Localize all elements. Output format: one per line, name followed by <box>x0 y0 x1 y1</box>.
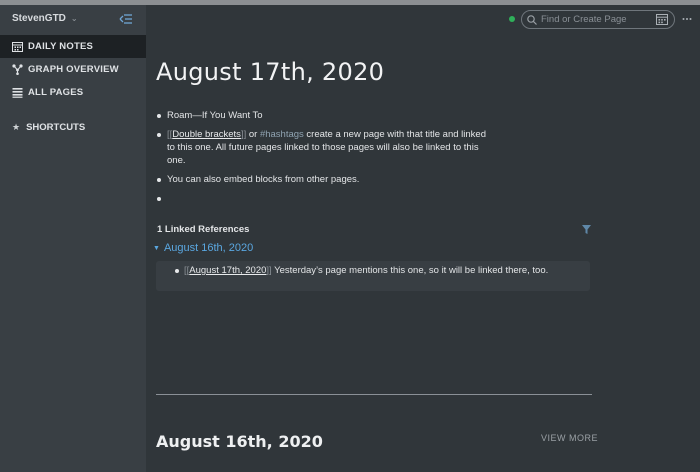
list-icon <box>12 88 23 98</box>
star-icon: ★ <box>12 122 21 132</box>
shortcuts-label: SHORTCUTS <box>26 122 86 133</box>
search-box[interactable] <box>521 10 675 29</box>
sync-status-indicator <box>509 16 515 22</box>
filter-icon[interactable] <box>582 225 591 234</box>
graph-icon <box>12 64 23 75</box>
block-text: You can also embed blocks from other pag… <box>167 174 360 185</box>
block-text: or <box>246 129 260 140</box>
sidebar-item-all-pages[interactable]: ALL PAGES <box>0 81 146 104</box>
calendar-icon <box>12 42 23 52</box>
page-link[interactable]: August 17th, 2020 <box>189 265 266 276</box>
linked-references-title: 1 Linked References <box>157 224 250 235</box>
empty-block[interactable]: ​ <box>156 192 496 205</box>
sidebar-item-graph-overview[interactable]: GRAPH OVERVIEW <box>0 58 146 81</box>
sidebar-item-label: ALL PAGES <box>28 87 84 98</box>
main-content: August 17th, 2020 Roam—If You Want To [[… <box>146 5 700 472</box>
calendar-button-icon[interactable] <box>656 13 668 25</box>
collapse-sidebar-icon[interactable] <box>119 14 132 24</box>
page-title[interactable]: August 17th, 2020 <box>156 58 384 86</box>
block-list: Roam—If You Want To [[Double brackets]] … <box>156 109 496 211</box>
linked-reference-page[interactable]: ▼ August 16th, 2020 <box>153 242 253 254</box>
search-icon <box>527 14 537 25</box>
sidebar-item-label: DAILY NOTES <box>28 41 94 52</box>
sidebar-item-daily-notes[interactable]: DAILY NOTES <box>0 35 146 58</box>
reference-page-title[interactable]: August 16th, 2020 <box>164 242 253 254</box>
block[interactable]: [[Double brackets]] or #hashtags create … <box>156 128 496 167</box>
block-text: Roam—If You Want To <box>167 110 263 121</box>
reference-block[interactable]: [[August 17th, 2020]] Yesterday’s page m… <box>156 261 590 291</box>
block-text: Yesterday’s page mentions this one, so i… <box>271 265 549 276</box>
sidebar-item-label: GRAPH OVERVIEW <box>28 64 119 75</box>
block[interactable]: You can also embed blocks from other pag… <box>156 173 496 186</box>
hashtag-link[interactable]: #hashtags <box>260 129 304 140</box>
search-input[interactable] <box>541 14 671 25</box>
next-daily-note-title[interactable]: August 16th, 2020 <box>156 432 323 451</box>
graph-name: StevenGTD <box>12 13 66 24</box>
page-link[interactable]: Double brackets <box>172 129 241 140</box>
more-menu-icon[interactable] <box>682 14 692 24</box>
sidebar: StevenGTD ⌄ DAILY NOTES GRAPH OVERVIEW A… <box>0 5 146 472</box>
graph-selector[interactable]: StevenGTD ⌄ <box>12 13 78 24</box>
chevron-down-icon: ⌄ <box>70 14 78 23</box>
block[interactable]: Roam—If You Want To <box>156 109 496 122</box>
shortcuts-header: ★ SHORTCUTS <box>12 122 85 133</box>
collapse-triangle-icon[interactable]: ▼ <box>153 245 160 252</box>
view-more-link[interactable]: VIEW MORE <box>541 433 598 443</box>
page-divider <box>156 394 592 395</box>
